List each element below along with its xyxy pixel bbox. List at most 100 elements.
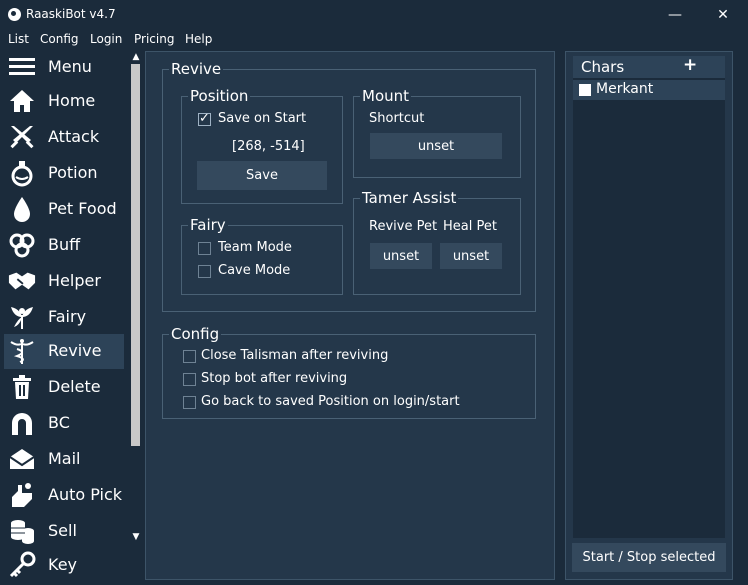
sidebar-item-label: Potion (48, 163, 98, 182)
tamer-assist-group: Tamer Assist Revive Pet Heal Pet unset u… (353, 189, 521, 295)
char-checkbox[interactable] (579, 84, 591, 96)
sidebar-item-label: Home (48, 91, 96, 110)
config-group: Config Close Talisman after reviving Sto… (162, 325, 536, 419)
sidebar-item-label: Sell (48, 521, 77, 540)
scroll-up-icon[interactable]: ▲ (130, 51, 142, 63)
revive-pet-label: Revive Pet (369, 219, 438, 234)
fairy-group-title: Fairy (188, 216, 228, 234)
potion-icon (8, 159, 36, 187)
sidebar-item-label: BC (48, 413, 70, 432)
horseshoe-icon (8, 409, 36, 437)
menu-config[interactable]: Config (40, 32, 79, 46)
chars-title: Chars (581, 58, 625, 76)
sidebar-item-menu[interactable]: Menu (4, 50, 124, 85)
main-panel: Revive Position Save on Start [268, -514… (145, 51, 555, 580)
close-talisman-checkbox[interactable] (183, 350, 196, 363)
scroll-down-icon[interactable]: ▼ (130, 531, 142, 543)
trash-icon (8, 373, 36, 401)
sidebar-item-label: Buff (48, 235, 81, 254)
heal-pet-button[interactable]: unset (440, 243, 502, 269)
add-char-button[interactable]: + (683, 55, 697, 75)
sidebar-item-label: Pet Food (48, 199, 117, 218)
sidebar-item-home[interactable]: Home (4, 84, 124, 119)
cave-mode-checkbox[interactable] (198, 265, 211, 278)
sidebar-item-auto-pick[interactable]: Auto Pick (4, 478, 124, 513)
caduceus-icon (8, 337, 36, 365)
save-on-start-label: Save on Start (218, 111, 307, 126)
sidebar-item-label: Revive (48, 341, 102, 360)
start-stop-selected-button[interactable]: Start / Stop selected (572, 543, 726, 572)
revive-group-title: Revive (169, 60, 224, 78)
home-icon (8, 87, 36, 115)
coins-icon (8, 517, 36, 545)
hand-pick-icon (8, 481, 36, 509)
fairy-icon (8, 303, 36, 331)
sidebar-item-attack[interactable]: Attack (4, 120, 124, 155)
mail-icon (8, 445, 36, 473)
sidebar-item-label: Attack (48, 127, 100, 146)
mount-shortcut-button[interactable]: unset (370, 133, 502, 159)
sidebar-item-mail[interactable]: Mail (4, 442, 124, 477)
position-coords: [268, -514] (232, 139, 305, 154)
sidebar-item-key[interactable]: Key (4, 548, 124, 583)
hamburger-icon (8, 53, 36, 81)
chars-list: Chars + Merkant (573, 55, 725, 538)
close-button[interactable]: ✕ (700, 0, 746, 30)
revive-group: Revive Position Save on Start [268, -514… (162, 60, 536, 312)
sidebar-item-bc[interactable]: BC (4, 406, 124, 441)
sidebar-item-label: Helper (48, 271, 101, 290)
sidebar-item-label: Menu (48, 57, 92, 76)
sidebar-item-buff[interactable]: Buff (4, 228, 124, 263)
position-group-title: Position (188, 87, 251, 105)
menu-pricing[interactable]: Pricing (134, 32, 174, 46)
sidebar-item-label: Auto Pick (48, 485, 123, 504)
sidebar-item-label: Delete (48, 377, 101, 396)
chars-header: Chars + (573, 55, 725, 78)
spiral-icon (8, 231, 36, 259)
mount-group-title: Mount (360, 87, 412, 105)
go-back-position-checkbox[interactable] (183, 396, 196, 409)
title-bar: RaaskiBot v4.7 — ✕ (0, 0, 748, 30)
stop-bot-label: Stop bot after reviving (201, 371, 348, 386)
fairy-group: Fairy Team Mode Cave Mode (181, 216, 343, 295)
team-mode-checkbox[interactable] (198, 242, 211, 255)
config-group-title: Config (169, 325, 222, 343)
key-icon (8, 551, 36, 579)
team-mode-label: Team Mode (218, 240, 292, 255)
minimize-button[interactable]: — (652, 0, 698, 30)
shortcut-label: Shortcut (369, 111, 425, 126)
cave-mode-label: Cave Mode (218, 263, 291, 278)
sidebar-item-label: Fairy (48, 307, 87, 326)
save-position-button[interactable]: Save (197, 161, 327, 190)
swords-icon (8, 123, 36, 151)
mount-group: Mount Shortcut unset (353, 87, 521, 178)
sidebar-item-revive[interactable]: Revive (4, 334, 124, 369)
save-on-start-checkbox[interactable] (198, 111, 211, 126)
tamer-assist-group-title: Tamer Assist (360, 189, 459, 207)
sidebar-item-label: Key (48, 555, 78, 574)
drop-icon (8, 195, 36, 223)
char-row[interactable]: Merkant (573, 80, 725, 100)
sidebar-item-sell[interactable]: Sell (4, 514, 124, 549)
sidebar-scrollbar[interactable]: ▲ ▼ (130, 50, 142, 585)
go-back-position-label: Go back to saved Position on login/start (201, 394, 460, 409)
scroll-thumb[interactable] (131, 64, 140, 446)
sidebar: Menu Home Attack Potion Pet Food Buff He… (0, 50, 142, 585)
revive-pet-button[interactable]: unset (370, 243, 432, 269)
sidebar-item-helper[interactable]: Helper (4, 264, 124, 299)
sidebar-item-potion[interactable]: Potion (4, 156, 124, 191)
sidebar-item-delete[interactable]: Delete (4, 370, 124, 405)
sidebar-item-pet-food[interactable]: Pet Food (4, 192, 124, 227)
sidebar-item-fairy[interactable]: Fairy (4, 300, 124, 335)
menu-bar: List Config Login Pricing Help (0, 30, 748, 50)
stop-bot-checkbox[interactable] (183, 373, 196, 386)
menu-login[interactable]: Login (90, 32, 122, 46)
sidebar-item-label: Mail (48, 449, 81, 468)
char-name: Merkant (596, 81, 654, 97)
menu-help[interactable]: Help (185, 32, 212, 46)
window-title: RaaskiBot v4.7 (26, 7, 116, 21)
position-group: Position Save on Start [268, -514] Save (181, 87, 343, 204)
handshake-icon (8, 267, 36, 295)
menu-list[interactable]: List (8, 32, 29, 46)
close-talisman-label: Close Talisman after reviving (201, 348, 389, 363)
